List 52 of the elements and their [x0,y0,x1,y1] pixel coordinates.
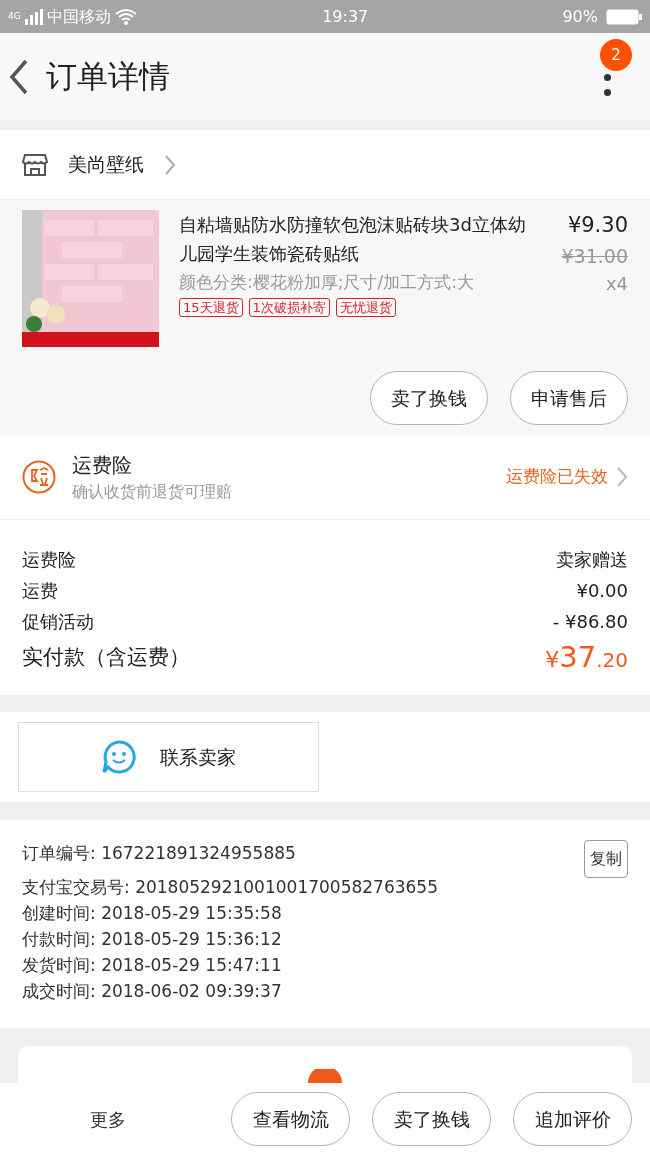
cost-label: 运费险 [22,548,76,572]
battery-icon [606,8,642,25]
cost-value: ¥0.00 [576,579,628,603]
order-info-line: 发货时间: 2018-05-29 15:47:11 [22,954,282,977]
shop-row[interactable]: 美尚壁纸 [0,130,650,200]
action-button[interactable]: 申请售后 [510,371,628,425]
promo-icon [308,1069,342,1083]
product-title: 自粘墙贴防水防撞软包泡沫贴砖块3d立体幼儿园学生装饰瓷砖贴纸 [179,213,527,266]
network-label: 4G [8,12,21,21]
action-button[interactable]: 查看物流 [231,1092,350,1146]
chat-icon [101,740,136,774]
action-button[interactable]: 卖了换钱 [370,371,488,425]
action-button[interactable]: 追加评价 [513,1092,632,1146]
cost-value: 卖家赠送 [556,548,628,572]
action-button[interactable]: 卖了换钱 [372,1092,491,1146]
insurance-icon [22,460,56,494]
insurance-title: 运费险 [72,452,133,479]
order-info-line: 支付宝交易号: 2018052921001001700582763655 [22,876,438,899]
order-info-line: 付款时间: 2018-05-29 15:36:12 [22,928,282,951]
insurance-status: 运费险已失效 [506,465,608,489]
signal-icon [24,8,43,25]
original-price: ¥31.00 [561,243,628,269]
contact-seller-button[interactable]: 联系卖家 [18,722,319,792]
notification-badge: 2 [600,39,632,71]
clock: 19:37 [321,5,370,28]
cost-label: 促销活动 [22,610,94,634]
chevron-right-icon [164,153,176,176]
service-tag: 无忧退货 [335,298,396,317]
service-tag: 1次破损补寄 [248,298,330,317]
cost-label: 运费 [22,579,58,603]
order-info-line: 订单编号: 167221891324955885 [22,842,296,865]
chevron-right-icon [616,466,628,488]
total-amount: ¥37.20 [545,639,628,677]
insurance-row[interactable]: 运费险 确认收货前退货可理赔 运费险已失效 [0,435,650,520]
order-info-line: 创建时间: 2018-05-29 15:35:58 [22,902,282,925]
product-price: ¥9.30 [567,212,628,239]
cost-value: - ¥86.80 [552,610,628,634]
total-label: 实付款（含运费） [22,644,190,672]
insurance-subtitle: 确认收货前退货可理赔 [72,481,232,503]
order-info-line: 成交时间: 2018-06-02 09:39:37 [22,980,282,1003]
more-button[interactable]: 更多 [90,1105,126,1133]
battery-label: 90% [562,5,598,28]
page-title: 订单详情 [46,57,170,97]
shop-name: 美尚壁纸 [68,152,144,178]
service-tag: 15天退货 [179,298,243,317]
carrier-label: 中国移动 [46,5,111,28]
shop-icon [22,152,48,177]
product-quantity: x4 [605,272,628,296]
wifi-icon [114,8,137,25]
copy-button[interactable]: 复制 [584,840,628,878]
product-sku: 颜色分类:樱花粉加厚;尺寸/加工方式:大 [179,271,475,294]
back-icon[interactable] [8,58,30,95]
